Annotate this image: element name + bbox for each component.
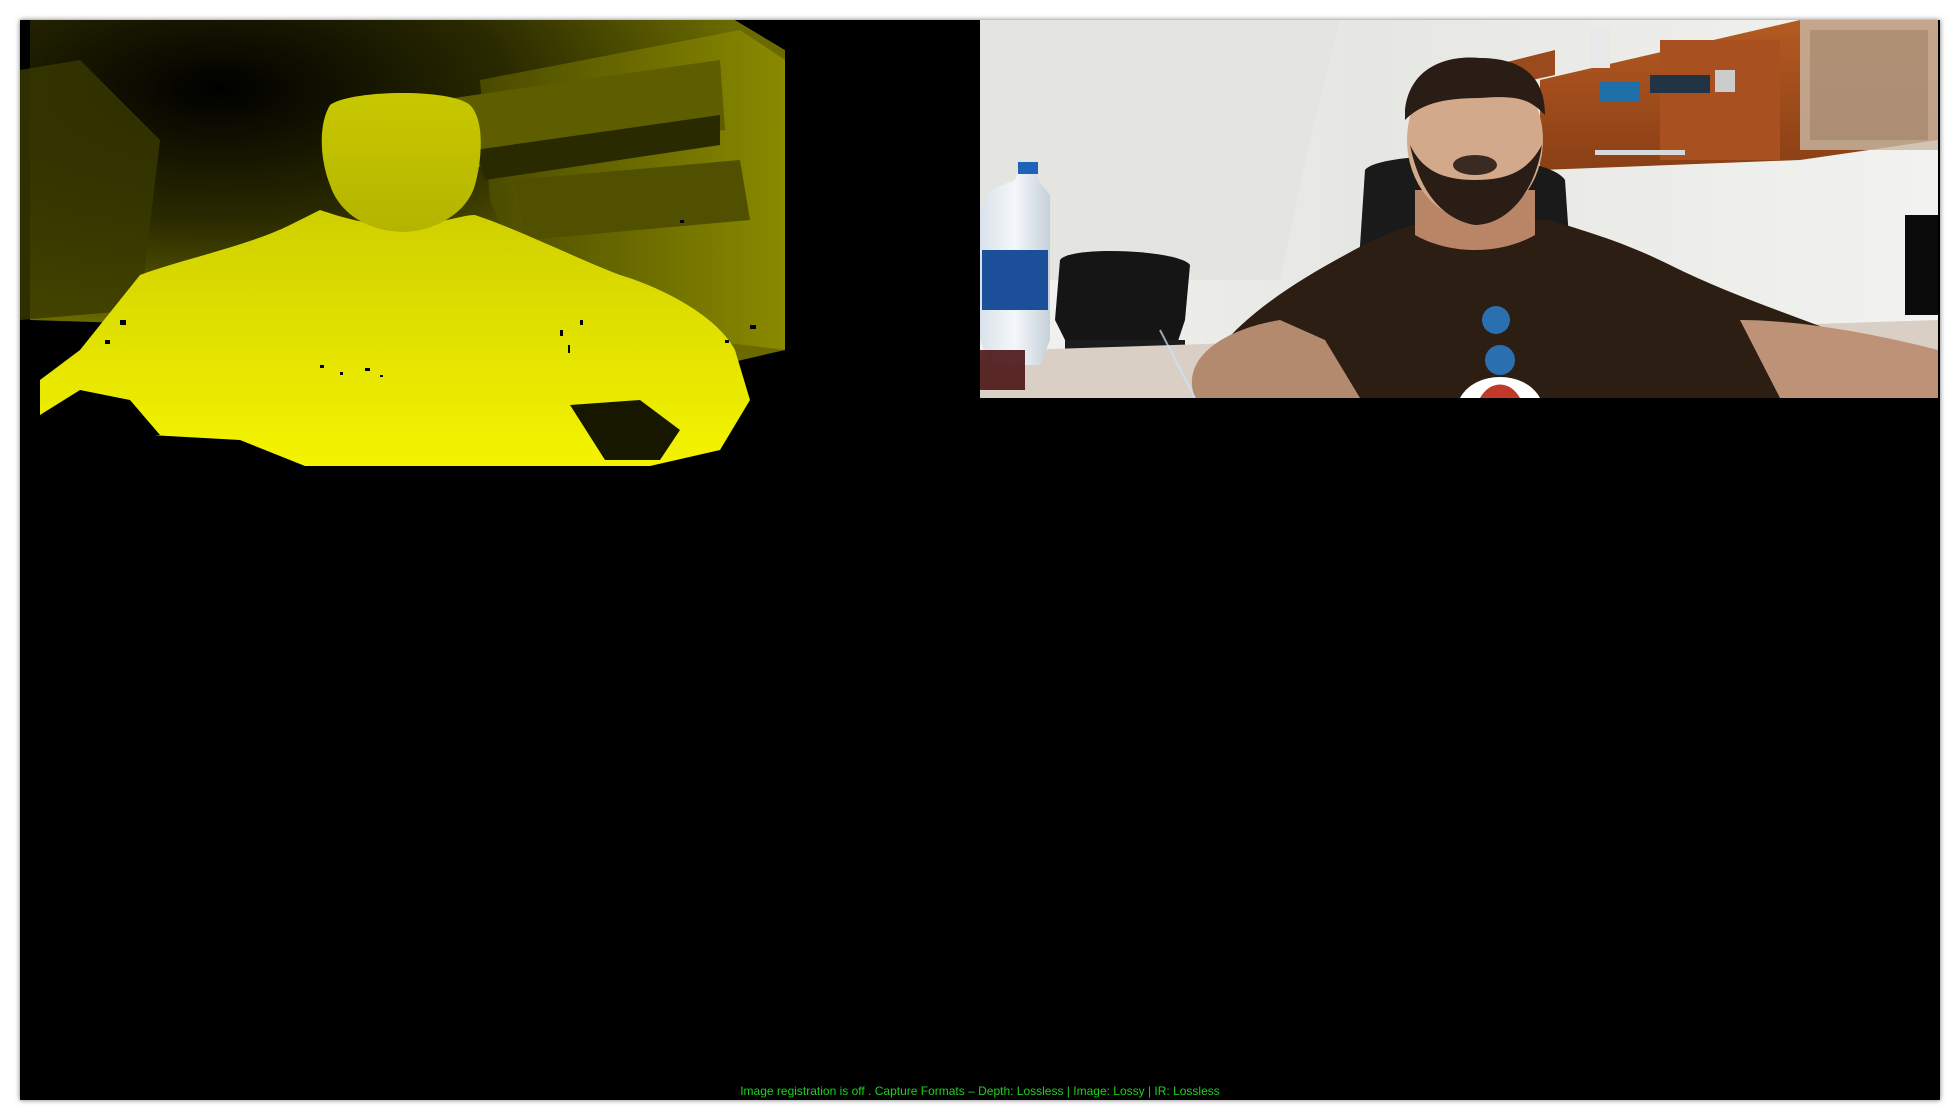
viewer-window: Image registration is off . Capture Form… bbox=[20, 20, 1940, 1100]
depth-stream-view bbox=[20, 20, 785, 466]
color-stream-view bbox=[980, 20, 1938, 398]
status-bar-text: Image registration is off . Capture Form… bbox=[740, 1084, 1220, 1098]
depth-image bbox=[20, 20, 785, 466]
color-image bbox=[980, 20, 1938, 398]
